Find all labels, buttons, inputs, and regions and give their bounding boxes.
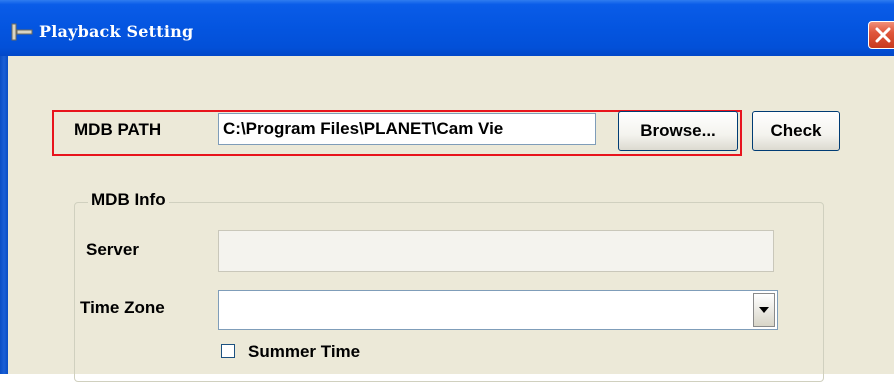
check-button[interactable]: Check xyxy=(752,111,840,151)
close-icon xyxy=(875,27,891,43)
summer-time-checkbox[interactable] xyxy=(221,344,235,358)
window-border xyxy=(0,56,8,374)
mdb-path-label: MDB PATH xyxy=(74,120,162,139)
summer-time-label[interactable]: Summer Time xyxy=(248,342,360,362)
window-title: Playback Setting xyxy=(39,22,194,41)
title-bar[interactable]: Playback Setting xyxy=(0,0,894,56)
playback-app-icon xyxy=(11,23,33,41)
server-label: Server xyxy=(86,240,139,259)
browse-button[interactable]: Browse... xyxy=(618,111,738,151)
mdb-info-group-title: MDB Info xyxy=(88,190,169,210)
time-zone-label: Time Zone xyxy=(80,298,165,317)
mdb-path-input[interactable]: C:\Program Files\PLANET\Cam Vie xyxy=(218,113,596,145)
chevron-down-icon xyxy=(759,307,769,313)
playback-setting-dialog: Playback Setting MDB PATH C:\Program Fil… xyxy=(0,0,894,382)
time-zone-select[interactable] xyxy=(218,290,778,330)
time-zone-dropdown-button[interactable] xyxy=(753,293,775,327)
server-field xyxy=(218,230,774,272)
close-button[interactable] xyxy=(868,21,894,49)
